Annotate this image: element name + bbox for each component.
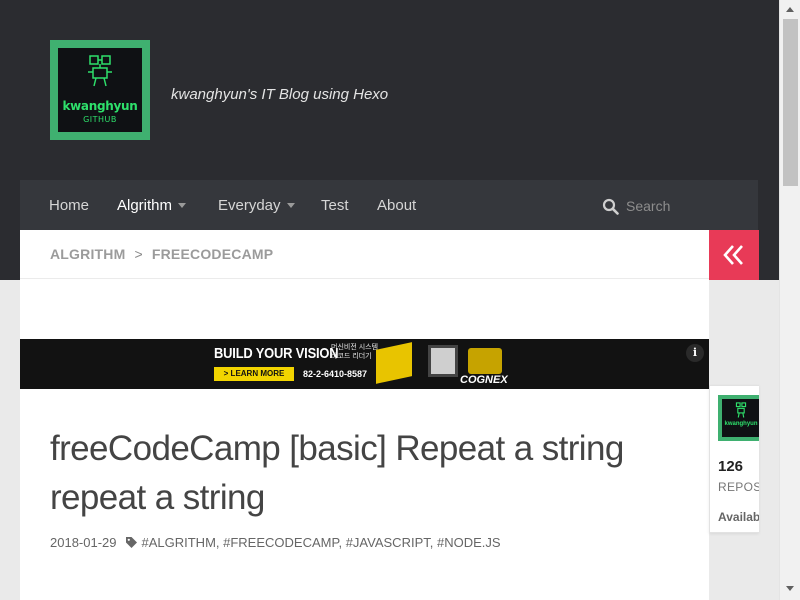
info-icon[interactable]: i — [686, 344, 704, 362]
scroll-down-arrow-icon[interactable] — [786, 586, 794, 591]
nav-item-label: Algrithm — [117, 197, 173, 214]
ad-product-image — [428, 345, 458, 377]
ad-korean-line: 바코드 리더기 — [331, 353, 372, 360]
tag-icon — [125, 537, 137, 549]
main-nav: Home Algrithm Everyday Test About — [20, 180, 758, 230]
logo-inner: kwanghyun GITHUB — [58, 48, 142, 132]
breadcrumb-separator: > — [134, 246, 143, 262]
robot-icon — [88, 55, 112, 87]
logo-subtitle: GITHUB — [83, 115, 117, 124]
breadcrumb: ALGRITHM > FREECODECAMP — [50, 246, 273, 262]
ad-phone: 82-2-6410-8587 — [303, 369, 368, 379]
scroll-thumb[interactable] — [783, 19, 798, 186]
double-chevron-left-icon — [723, 245, 743, 265]
nav-item-algrithm[interactable]: Algrithm — [117, 180, 187, 230]
breadcrumb-item-algrithm[interactable]: ALGRITHM — [50, 246, 125, 262]
github-avatar[interactable]: kwanghyun — [718, 395, 759, 441]
logo-name: kwanghyun — [62, 99, 138, 113]
avatar-name: kwanghyun — [724, 421, 758, 427]
ad-banner[interactable]: BUILD YOUR VISION 머신비전 시스템바코드 리더기 > LEAR… — [20, 339, 709, 389]
site-logo[interactable]: kwanghyun GITHUB — [50, 40, 150, 140]
divider — [20, 278, 709, 279]
nav-item-home[interactable]: Home — [49, 180, 89, 230]
site-tagline: kwanghyun's IT Blog using Hexo — [171, 86, 389, 103]
post-title: freeCodeCamp [basic] Repeat a string rep… — [50, 429, 624, 517]
nav-item-label: Test — [321, 197, 349, 214]
sidebar-toggle-button[interactable] — [709, 230, 759, 280]
nav-item-about[interactable]: About — [377, 180, 416, 230]
repos-label: REPOS — [718, 480, 759, 494]
github-widget: kwanghyun 126 REPOS Availab — [709, 385, 759, 533]
nav-item-label: About — [377, 197, 417, 214]
ad-headline: BUILD YOUR VISION — [214, 345, 339, 362]
ad-korean-line: 머신비전 시스템 — [331, 344, 379, 351]
main-content: ALGRITHM > FREECODECAMP BUILD YOUR VISION … — [20, 230, 709, 600]
nav-item-test[interactable]: Test — [321, 180, 349, 230]
search-input[interactable] — [626, 195, 736, 217]
robot-icon — [735, 402, 747, 418]
breadcrumb-item-freecodecamp[interactable]: FREECODECAMP — [152, 246, 273, 262]
caret-down-icon — [178, 202, 187, 208]
caret-down-icon — [286, 202, 295, 208]
nav-item-everyday[interactable]: Everyday — [218, 180, 295, 230]
repo-count: 126 — [718, 458, 744, 475]
search-icon[interactable] — [602, 198, 619, 215]
ad-learn-more-button[interactable]: > LEARN MORE — [214, 367, 294, 381]
scroll-up-arrow-icon[interactable] — [786, 7, 794, 12]
post-meta: 2018-01-29 #ALGRITHM, #FREECODECAMP, #JAV… — [50, 535, 501, 551]
page-scrollbar[interactable] — [779, 0, 800, 600]
nav-item-label: Home — [49, 197, 90, 214]
post-tags[interactable]: #ALGRITHM, #FREECODECAMP, #JAVASCRIPT, #… — [142, 535, 501, 550]
available-label: Availab — [718, 510, 759, 524]
ad-product-image — [468, 348, 502, 374]
nav-item-label: Everyday — [218, 197, 281, 214]
avatar-inner: kwanghyun — [722, 399, 759, 437]
post-date: 2018-01-29 — [50, 535, 117, 550]
ad-korean-text: 머신비전 시스템바코드 리더기 — [331, 343, 378, 361]
ad-product-image — [376, 342, 412, 384]
ad-brand-logo: COGNEX — [460, 374, 508, 386]
